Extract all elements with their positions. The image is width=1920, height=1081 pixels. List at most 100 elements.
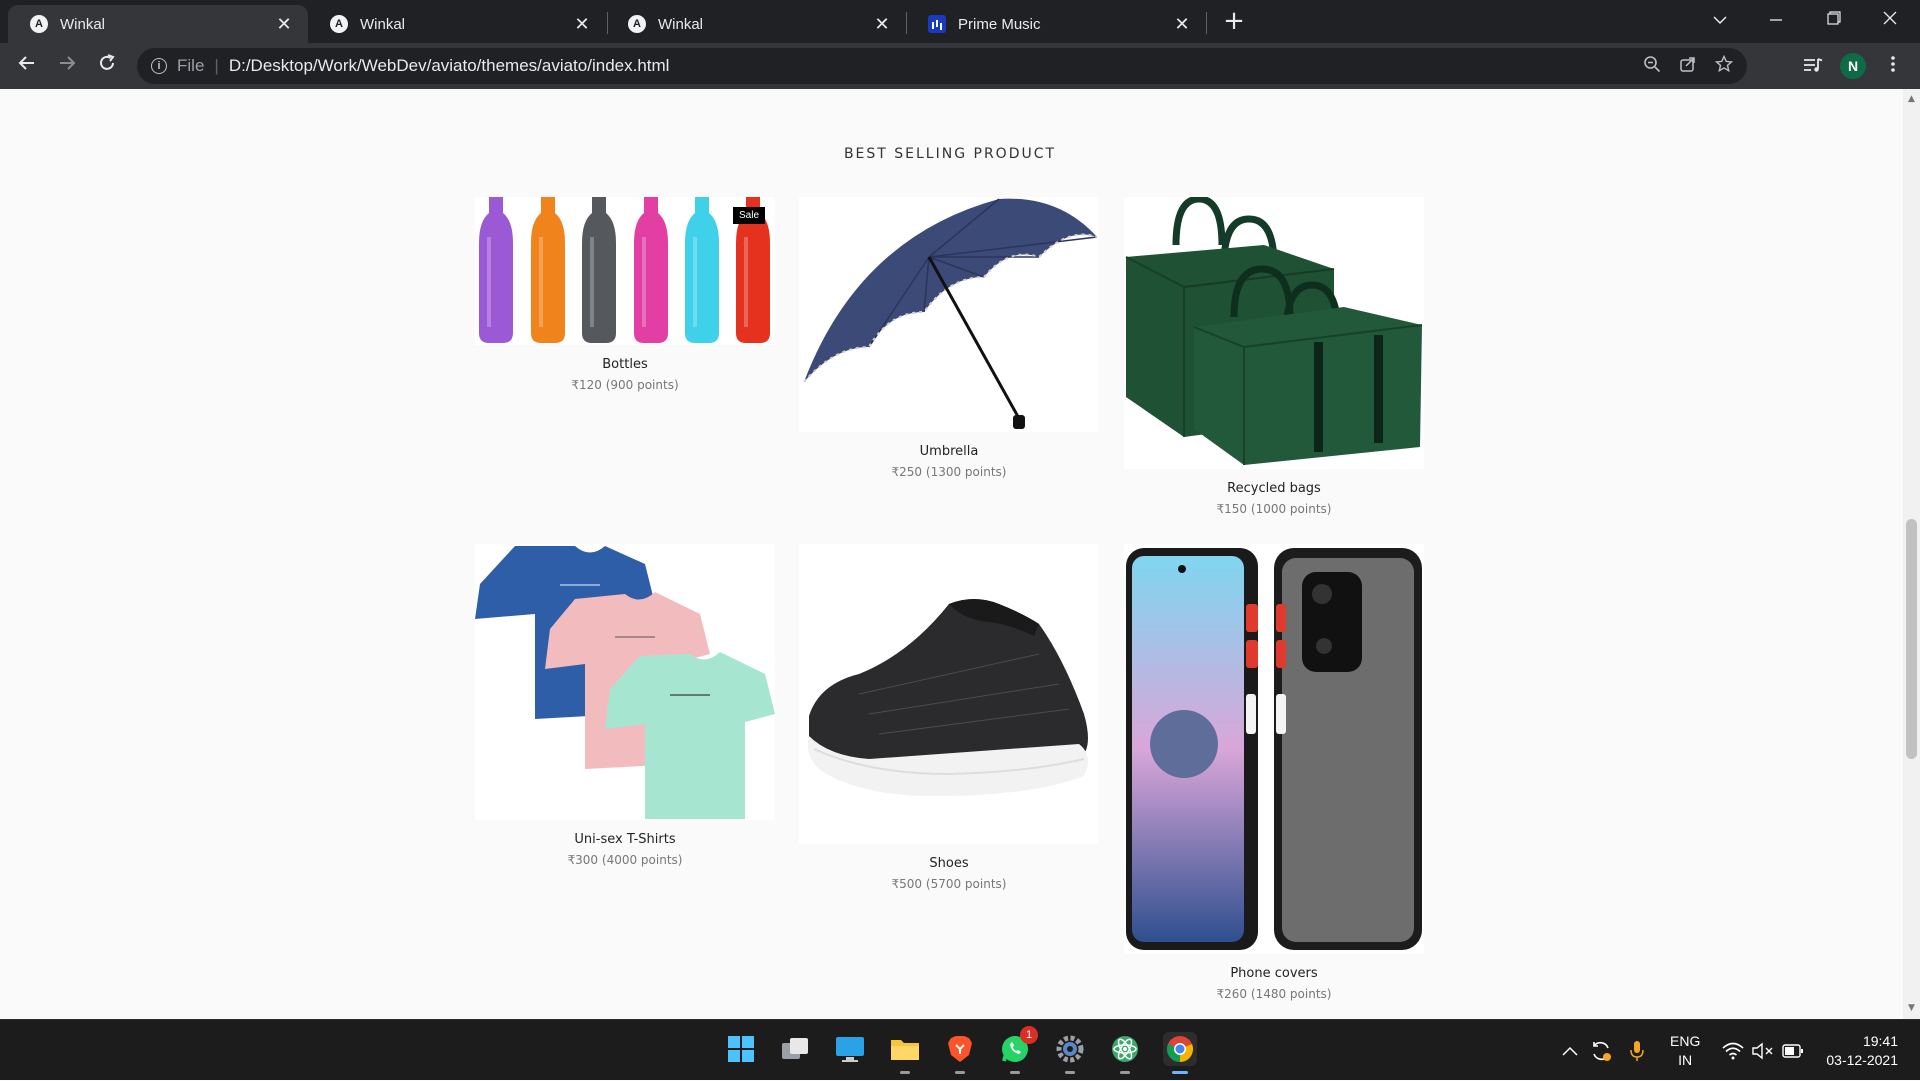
clock-time: 19:41 [1862, 1033, 1898, 1049]
tab-prime-music[interactable]: Prime Music ✕ [906, 5, 1206, 43]
product-name[interactable]: Umbrella [799, 444, 1099, 459]
kebab-menu-icon[interactable] [1880, 51, 1906, 81]
browser-toolbar: i File | D:/Desktop/Work/WebDev/aviato/t… [0, 43, 1920, 89]
shoe-illustration-icon [807, 599, 1088, 797]
show-hidden-icons-chevron-icon[interactable] [1562, 1020, 1578, 1081]
url-text[interactable]: D:/Desktop/Work/WebDev/aviato/themes/avi… [229, 56, 670, 76]
tab-title: Prime Music [958, 15, 1041, 33]
scroll-down-arrow-icon[interactable]: ▼ [1907, 1004, 1916, 1013]
tab-title: Winkal [658, 15, 704, 33]
winkal-favicon-icon: A [330, 15, 348, 33]
product-image-umbrella[interactable] [799, 197, 1099, 432]
close-window-icon[interactable] [1870, 4, 1910, 36]
product-image-phone-covers[interactable] [1124, 544, 1424, 954]
tab-title: Winkal [60, 15, 106, 33]
close-tab-icon[interactable]: ✕ [1172, 14, 1192, 34]
product-card-bottles[interactable]: Sale Bottles ₹120 (900 points) [475, 197, 775, 392]
omnibox-actions [1643, 48, 1747, 84]
phone-cases-illustration-icon [1126, 548, 1422, 950]
product-price: ₹300 (4000 points) [567, 853, 683, 867]
language-line1: ENG [1670, 1033, 1701, 1049]
product-card-shoes[interactable]: Shoes ₹500 (5700 points) [799, 544, 1099, 891]
clock-date: 03-12-2021 [1826, 1052, 1898, 1068]
address-divider: | [214, 56, 219, 75]
winkal-favicon-icon: A [628, 15, 646, 33]
tab-winkal-2[interactable]: A Winkal ✕ [308, 5, 606, 43]
product-price: ₹250 (1300 points) [891, 465, 1007, 479]
address-bar[interactable]: i File | D:/Desktop/Work/WebDev/aviato/t… [137, 48, 1747, 84]
tab-divider [1206, 12, 1207, 34]
product-name[interactable]: Bottles [475, 357, 775, 372]
start-windows-icon[interactable] [724, 1032, 758, 1066]
tab-strip: A Winkal ✕ A Winkal ✕ A Winkal ✕ Prime M… [0, 0, 1920, 43]
tab-search-chevron-icon[interactable] [1700, 4, 1740, 36]
close-tab-icon[interactable]: ✕ [872, 14, 892, 34]
product-image-tshirts[interactable] [475, 544, 775, 820]
volume-muted-icon[interactable] [1752, 1020, 1774, 1081]
restore-icon[interactable] [1814, 4, 1854, 36]
product-price: ₹150 (1000 points) [1216, 502, 1332, 516]
atom-editor-icon[interactable] [1108, 1032, 1142, 1074]
minimize-icon[interactable] [1756, 4, 1796, 36]
product-card-tshirts[interactable]: Uni-sex T-Shirts ₹300 (4000 points) [475, 544, 775, 867]
page-scrollbar[interactable]: ▲ ▼ [1903, 89, 1920, 1019]
tab-winkal-1[interactable]: A Winkal ✕ [8, 5, 308, 43]
tshirts-illustration-icon [475, 546, 775, 819]
close-tab-icon[interactable]: ✕ [274, 14, 294, 34]
windows-taskbar: 1 ENG IN 19:41 03-12-2021 [0, 1019, 1920, 1080]
new-tab-icon[interactable]: + [1220, 8, 1248, 36]
whatsapp-icon[interactable]: 1 [998, 1026, 1038, 1074]
umbrella-illustration-icon [803, 198, 1098, 429]
product-image-shoes[interactable] [799, 544, 1099, 844]
brave-browser-icon[interactable] [943, 1032, 977, 1074]
profile-avatar[interactable]: N [1840, 53, 1866, 79]
running-indicator [955, 1071, 965, 1074]
product-card-phone-covers[interactable]: Phone covers ₹260 (1480 points) [1124, 544, 1424, 1001]
battery-icon[interactable] [1782, 1020, 1804, 1081]
product-price: ₹260 (1480 points) [1216, 987, 1332, 1001]
scrollbar-thumb[interactable] [1906, 519, 1917, 759]
microphone-icon[interactable] [1630, 1020, 1644, 1081]
file-explorer-icon[interactable] [888, 1032, 922, 1074]
forward-arrow-icon[interactable] [52, 51, 82, 81]
product-name[interactable]: Uni-sex T-Shirts [475, 832, 775, 847]
system-clock[interactable]: 19:41 03-12-2021 [1826, 1032, 1898, 1070]
bookmark-star-icon[interactable] [1714, 54, 1734, 78]
site-info-icon[interactable]: i [151, 58, 167, 74]
chrome-browser-icon[interactable] [1163, 1032, 1197, 1074]
product-name[interactable]: Shoes [799, 856, 1099, 871]
media-control-icon[interactable] [1798, 51, 1828, 81]
product-image-recycled-bags[interactable] [1124, 197, 1424, 469]
running-indicator [1065, 1071, 1075, 1074]
bottles-illustration-icon [479, 197, 770, 343]
page-content: BEST SELLING PRODUCT Sale Bottles ₹120 (… [0, 89, 1920, 1019]
back-arrow-icon[interactable] [12, 51, 42, 81]
product-card-umbrella[interactable]: Umbrella ₹250 (1300 points) [799, 197, 1099, 479]
product-price: ₹120 (900 points) [571, 378, 679, 392]
share-icon[interactable] [1679, 55, 1697, 78]
task-view-icon[interactable] [778, 1032, 812, 1066]
product-card-recycled-bags[interactable]: Recycled bags ₹150 (1000 points) [1124, 197, 1424, 516]
sync-update-icon[interactable] [1590, 1020, 1612, 1081]
settings-gear-icon[interactable] [1053, 1032, 1087, 1074]
input-language-indicator[interactable]: ENG IN [1670, 1032, 1700, 1070]
scheme-label: File [177, 56, 205, 75]
product-name[interactable]: Phone covers [1124, 966, 1424, 981]
product-price: ₹500 (5700 points) [891, 877, 1007, 891]
scroll-up-arrow-icon[interactable]: ▲ [1907, 95, 1916, 104]
language-line2: IN [1678, 1052, 1693, 1068]
zoom-icon[interactable] [1643, 55, 1661, 78]
prime-music-favicon-icon [928, 15, 946, 33]
product-name[interactable]: Recycled bags [1124, 481, 1424, 496]
wifi-icon[interactable] [1722, 1020, 1744, 1081]
notification-badge: 1 [1020, 1026, 1038, 1044]
running-indicator [1120, 1071, 1130, 1074]
product-image-bottles[interactable]: Sale [475, 197, 775, 345]
running-indicator [1172, 1071, 1188, 1074]
tab-winkal-3[interactable]: A Winkal ✕ [606, 5, 906, 43]
sale-badge: Sale [732, 207, 765, 224]
close-tab-icon[interactable]: ✕ [572, 14, 592, 34]
running-indicator [1010, 1071, 1020, 1074]
desktop-monitor-icon[interactable] [833, 1032, 867, 1066]
reload-icon[interactable] [92, 51, 122, 81]
